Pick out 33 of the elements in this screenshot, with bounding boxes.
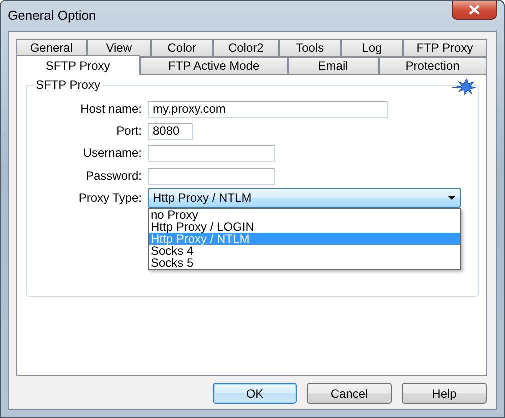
field-label: Host name: — [80, 102, 143, 116]
field-label: Proxy Type: — [78, 191, 143, 205]
close-button[interactable] — [452, 1, 497, 20]
tab[interactable]: Color — [150, 39, 214, 57]
tab[interactable]: View — [87, 39, 151, 57]
input-field[interactable]: my.proxy.com — [148, 100, 388, 118]
dropdown-option[interactable]: Socks 5 — [149, 257, 460, 269]
dialog-button[interactable]: Help — [402, 383, 487, 404]
proxy-type-dropdown[interactable]: Http Proxy / NTLM — [148, 188, 461, 208]
field-label: Username: — [82, 146, 143, 160]
field-label: Port: — [116, 124, 143, 138]
window-title: General Option — [8, 8, 96, 23]
tab[interactable]: FTP Proxy — [402, 39, 487, 57]
input-field[interactable] — [148, 144, 275, 162]
dialog-button[interactable]: OK — [213, 383, 297, 404]
field-label: Password: — [84, 169, 143, 183]
sparkle-icon — [450, 79, 476, 95]
tab[interactable]: Protection — [378, 57, 487, 75]
tab[interactable]: Email — [288, 57, 379, 75]
input-field[interactable] — [148, 168, 275, 184]
dropdown-option[interactable]: Socks 4 — [149, 245, 460, 257]
group-title: SFTP Proxy — [33, 78, 104, 92]
tab[interactable]: Log — [341, 39, 403, 57]
input-field[interactable]: 8080 — [148, 122, 193, 140]
tab[interactable]: Color2 — [213, 39, 279, 57]
dropdown-option[interactable]: Http Proxy / LOGIN — [149, 221, 460, 233]
caret-icon — [448, 196, 456, 200]
tab[interactable]: Tools — [278, 39, 342, 57]
tab[interactable]: FTP Active Mode — [140, 57, 288, 75]
close-icon — [469, 5, 480, 15]
dropdown-option[interactable]: no Proxy — [149, 209, 460, 221]
tab[interactable]: SFTP Proxy — [16, 55, 140, 75]
dialog-button[interactable]: Cancel — [307, 383, 392, 404]
